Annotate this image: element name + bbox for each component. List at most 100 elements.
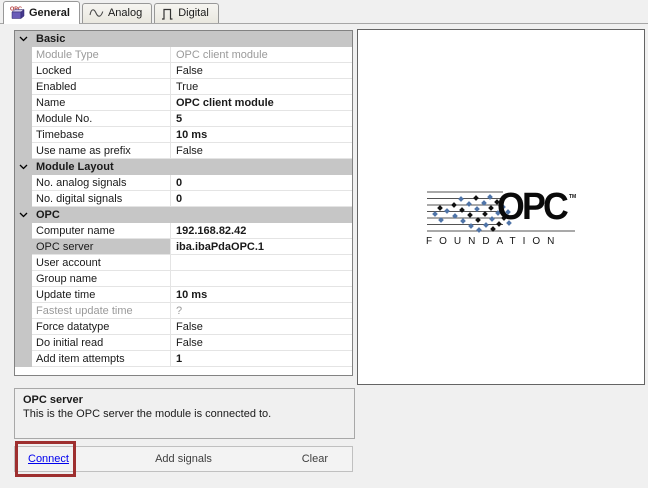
row-margin (15, 335, 32, 351)
property-category-row[interactable]: OPC (15, 207, 352, 223)
property-value[interactable]: 10 ms (171, 127, 352, 143)
property-value[interactable] (171, 271, 352, 287)
row-margin (15, 143, 32, 159)
property-label: OPC server (32, 239, 171, 255)
description-title: OPC server (23, 394, 83, 406)
property-value[interactable]: 0 (171, 191, 352, 207)
row-margin (15, 79, 32, 95)
sine-wave-icon (89, 7, 104, 19)
opc-logo-panel: OPC TM FOUNDATION (357, 29, 645, 385)
description-text: This is the OPC server the module is con… (23, 408, 272, 420)
property-row[interactable]: Computer name 192.168.82.42 (15, 223, 352, 239)
property-value[interactable]: 10 ms (171, 287, 352, 303)
property-value[interactable]: False (171, 63, 352, 79)
property-label: Add item attempts (32, 351, 171, 367)
property-value[interactable]: True (171, 79, 352, 95)
property-label: Fastest update time (32, 303, 171, 319)
row-margin (15, 239, 32, 255)
row-margin (15, 223, 32, 239)
property-label: Update time (32, 287, 171, 303)
property-row[interactable]: User account (15, 255, 352, 271)
property-value[interactable]: 0 (171, 175, 352, 191)
logo-trademark: TM (569, 194, 577, 200)
tab-general[interactable]: OPC General (3, 1, 80, 24)
property-label: Name (32, 95, 171, 111)
row-margin (15, 175, 32, 191)
property-value[interactable]: 1 (171, 351, 352, 367)
property-grid: Basic Module Type OPC client module Locked F… (14, 30, 353, 376)
tab-strip: OPC General Analog Digital (0, 0, 648, 24)
collapse-chevron-icon[interactable] (15, 207, 32, 223)
property-row[interactable]: Force datatype False (15, 319, 352, 335)
property-label: Module Layout (36, 161, 114, 173)
row-margin (15, 287, 32, 303)
collapse-chevron-icon[interactable] (15, 159, 32, 175)
property-value[interactable]: iba.ibaPdaOPC.1 (171, 239, 352, 255)
property-label: OPC (36, 209, 60, 221)
property-row[interactable]: Do initial read False (15, 335, 352, 351)
property-value[interactable] (171, 255, 352, 271)
collapse-chevron-icon[interactable] (15, 31, 32, 47)
row-margin (15, 303, 32, 319)
action-bar: Connect Add signals Clear (14, 446, 353, 472)
property-row[interactable]: Timebase 10 ms (15, 127, 352, 143)
property-label: Locked (32, 63, 171, 79)
property-label: Timebase (32, 127, 171, 143)
property-row[interactable]: No. analog signals 0 (15, 175, 352, 191)
property-value[interactable]: 192.168.82.42 (171, 223, 352, 239)
property-value[interactable]: False (171, 319, 352, 335)
property-row[interactable]: Fastest update time? (15, 303, 352, 319)
row-margin (15, 319, 32, 335)
row-margin (15, 191, 32, 207)
property-value[interactable]: OPC client module (171, 95, 352, 111)
row-margin (15, 127, 32, 143)
tab-digital[interactable]: Digital (154, 3, 219, 23)
square-wave-icon (161, 7, 174, 20)
property-label: Use name as prefix (32, 143, 171, 159)
property-label: No. digital signals (32, 191, 171, 207)
tab-digital-label: Digital (178, 7, 209, 19)
property-category-row[interactable]: Basic (15, 31, 352, 47)
property-label: Enabled (32, 79, 171, 95)
property-row[interactable]: No. digital signals 0 (15, 191, 352, 207)
property-row[interactable]: Module No. 5 (15, 111, 352, 127)
row-margin (15, 95, 32, 111)
tab-general-label: General (29, 6, 70, 19)
property-label: Group name (32, 271, 171, 287)
property-row[interactable]: Enabled True (15, 79, 352, 95)
connect-link[interactable]: Connect (28, 453, 69, 465)
property-row[interactable]: Update time 10 ms (15, 287, 352, 303)
property-description-panel: OPC server This is the OPC server the mo… (14, 388, 355, 439)
property-row[interactable]: Add item attempts 1 (15, 351, 352, 367)
property-value[interactable]: OPC client module (171, 47, 352, 63)
property-row[interactable]: Name OPC client module (15, 95, 352, 111)
opc-module-icon: OPC (10, 5, 25, 20)
tab-analog[interactable]: Analog (81, 3, 153, 23)
property-value[interactable]: False (171, 335, 352, 351)
opc-foundation-logo: OPC TM FOUNDATION (425, 186, 577, 247)
clear-link[interactable]: Clear (302, 453, 328, 465)
property-category-row[interactable]: Module Layout (15, 159, 352, 175)
property-row[interactable]: OPC server iba.ibaPdaOPC.1 (15, 239, 352, 255)
property-grid-rows: Basic Module Type OPC client module Locked F… (15, 31, 352, 367)
property-row[interactable]: Locked False (15, 63, 352, 79)
property-value[interactable]: ? (171, 303, 352, 319)
row-margin (15, 47, 32, 63)
logo-opc-text: OPC (497, 186, 569, 228)
row-margin (15, 351, 32, 367)
property-label: Force datatype (32, 319, 171, 335)
property-label: Module Type (32, 47, 171, 63)
module-settings-window: OPC General Analog Digital (0, 0, 648, 488)
property-row[interactable]: Use name as prefix False (15, 143, 352, 159)
add-signals-link[interactable]: Add signals (155, 453, 212, 465)
property-row[interactable]: Group name (15, 271, 352, 287)
row-margin (15, 111, 32, 127)
property-label: Module No. (32, 111, 171, 127)
property-value[interactable]: 5 (171, 111, 352, 127)
row-margin (15, 271, 32, 287)
property-value[interactable]: False (171, 143, 352, 159)
property-row[interactable]: Module Type OPC client module (15, 47, 352, 63)
row-margin (15, 63, 32, 79)
property-label: User account (32, 255, 171, 271)
property-label: Do initial read (32, 335, 171, 351)
